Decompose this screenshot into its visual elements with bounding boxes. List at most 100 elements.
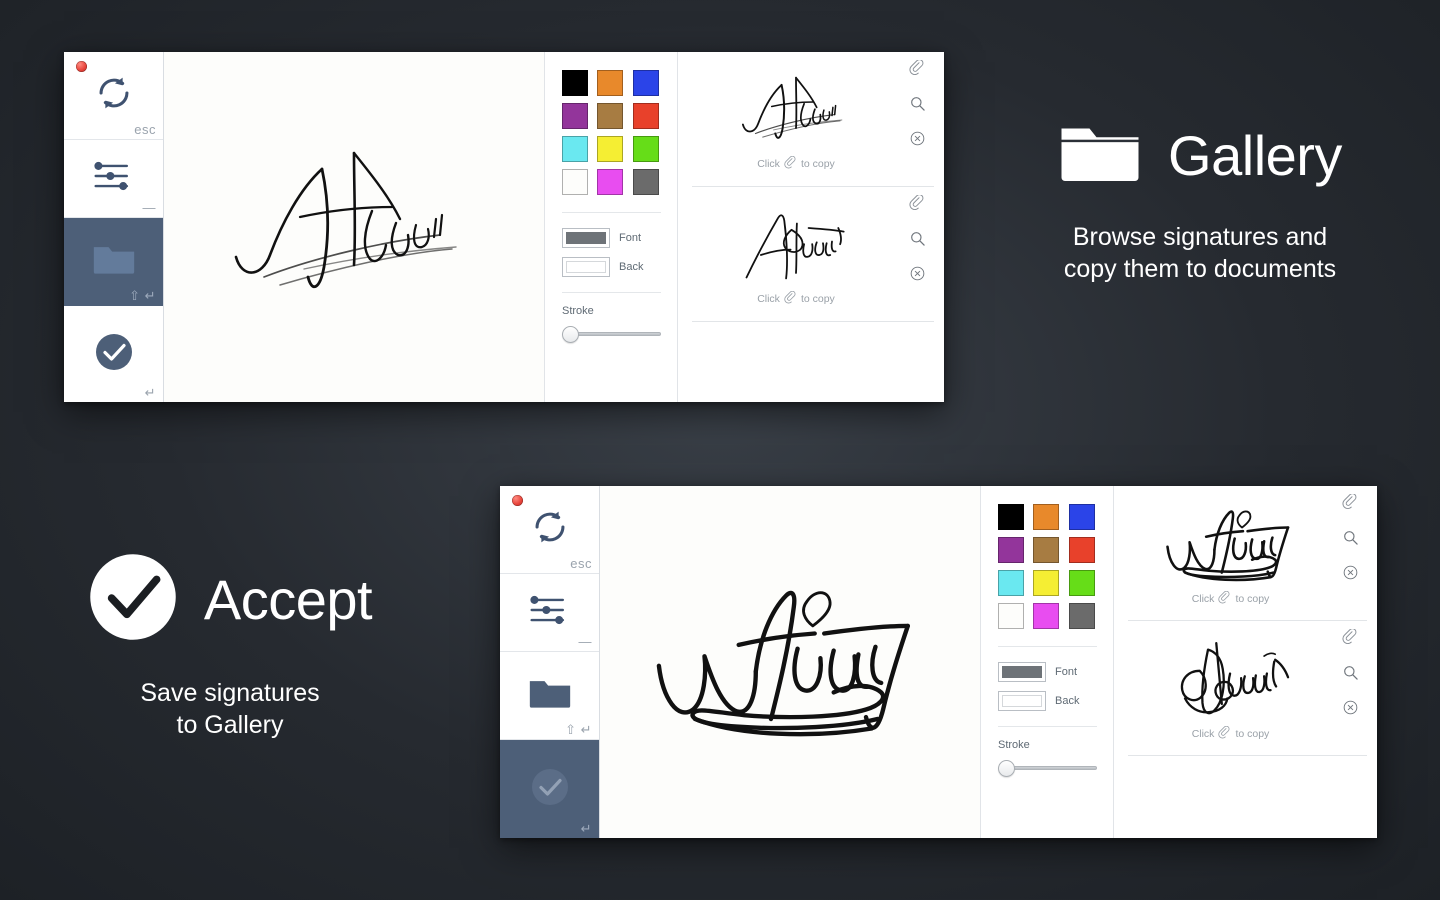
sidebar-hint-accept: ↵ (144, 385, 156, 400)
font-color-row[interactable]: Font (562, 228, 661, 248)
sidebar-item-accept[interactable]: ↵ (64, 306, 163, 402)
color-swatch-green[interactable] (632, 136, 659, 162)
paperclip-icon[interactable] (1341, 628, 1359, 651)
stroke-label: Stroke (998, 739, 1030, 751)
caption-after: to copy (1235, 593, 1270, 605)
signature-stroke-3 (1165, 510, 1289, 582)
gallery-panel: Click to copy Click to copy (1114, 486, 1377, 838)
caption-after: to copy (1235, 728, 1270, 740)
divider (998, 646, 1097, 647)
color-swatch-gray[interactable] (1068, 603, 1095, 629)
color-swatch-gray[interactable] (632, 169, 659, 195)
sidebar: esc — ⇧ ↵ ↵ (500, 486, 600, 838)
color-swatch-blue[interactable] (632, 70, 659, 96)
color-swatch-white[interactable] (562, 169, 588, 195)
color-swatch-brown[interactable] (597, 103, 624, 129)
paperclip-icon[interactable] (908, 59, 926, 82)
search-icon[interactable] (1342, 529, 1359, 551)
stroke-slider-knob[interactable] (562, 325, 579, 343)
color-swatch-blue[interactable] (1068, 504, 1095, 530)
gallery-item-actions (900, 187, 934, 321)
color-swatch-cyan[interactable] (998, 570, 1024, 596)
color-palette (998, 504, 1097, 629)
gallery-thumb-wrap[interactable]: Click to copy (692, 52, 900, 186)
gallery-thumb-wrap[interactable]: Click to copy (692, 187, 900, 321)
color-swatch-black[interactable] (562, 70, 588, 96)
folder-icon (528, 676, 572, 715)
sidebar-item-gallery[interactable]: ⇧ ↵ (500, 652, 599, 740)
color-swatch-cyan[interactable] (562, 136, 588, 162)
signature-canvas[interactable] (164, 52, 545, 402)
close-icon[interactable] (909, 265, 926, 287)
stroke-slider[interactable] (998, 759, 1097, 777)
gallery-item-caption: Click to copy (757, 155, 835, 172)
gallery-item[interactable]: Click to copy (1128, 486, 1367, 621)
color-swatch-yellow[interactable] (597, 136, 624, 162)
gallery-item-actions (900, 52, 934, 186)
back-color-label: Back (1055, 695, 1080, 707)
gallery-thumb-wrap[interactable]: Click to copy (1128, 486, 1333, 620)
back-color-chip[interactable] (998, 691, 1046, 711)
color-swatch-green[interactable] (1068, 570, 1095, 596)
close-icon[interactable] (1342, 564, 1359, 586)
color-swatch-brown[interactable] (1033, 537, 1060, 563)
sidebar-hint-gallery: ⇧ ↵ (565, 722, 592, 737)
paperclip-icon[interactable] (908, 194, 926, 217)
app-window-gallery[interactable]: esc — ⇧ ↵ ↵ Font Back Stroke Click to co… (64, 52, 944, 402)
back-color-chip[interactable] (562, 257, 610, 277)
color-swatch-black[interactable] (998, 504, 1024, 530)
color-swatch-red[interactable] (1068, 537, 1095, 563)
back-color-row[interactable]: Back (998, 691, 1097, 711)
font-color-row[interactable]: Font (998, 662, 1097, 682)
search-icon[interactable] (909, 95, 926, 117)
gallery-item[interactable]: Click to copy (692, 187, 934, 322)
paperclip-icon (784, 290, 797, 307)
caption-before: Click (757, 293, 780, 305)
paperclip-icon (1218, 725, 1231, 742)
color-swatch-purple[interactable] (562, 103, 588, 129)
color-swatch-magenta[interactable] (1033, 603, 1060, 629)
color-swatch-magenta[interactable] (597, 169, 624, 195)
promo-accept-head: Accept (60, 552, 400, 647)
signature-stroke-3 (656, 590, 910, 737)
color-swatch-yellow[interactable] (1033, 570, 1060, 596)
caption-after: to copy (800, 293, 835, 305)
search-icon[interactable] (909, 230, 926, 252)
stroke-slider[interactable] (562, 325, 661, 343)
caption-before: Click (1191, 593, 1215, 605)
gallery-item[interactable]: Click to copy (692, 52, 934, 187)
promo-gallery-head: Gallery (1000, 120, 1400, 191)
color-swatch-orange[interactable] (597, 70, 624, 96)
signature-canvas[interactable] (600, 486, 981, 838)
back-color-row[interactable]: Back (562, 257, 661, 277)
color-swatch-purple[interactable] (998, 537, 1024, 563)
font-color-chip[interactable] (562, 228, 610, 248)
color-swatch-red[interactable] (632, 103, 659, 129)
gallery-thumb-wrap[interactable]: Click to copy (1128, 621, 1333, 755)
folder-icon (92, 242, 136, 281)
app-window-accept[interactable]: esc — ⇧ ↵ ↵ Font Back Stroke Click to co… (500, 486, 1377, 838)
paperclip-icon (784, 155, 797, 172)
close-icon[interactable] (909, 130, 926, 152)
sidebar-item-tools[interactable]: — (64, 140, 163, 218)
search-icon[interactable] (1342, 664, 1359, 686)
paperclip-icon[interactable] (1341, 493, 1359, 516)
font-color-chip[interactable] (998, 662, 1046, 682)
sidebar-hint-accept: ↵ (580, 821, 592, 836)
color-swatch-white[interactable] (998, 603, 1024, 629)
gallery-item-caption: Click to copy (757, 290, 835, 307)
sidebar-item-accept[interactable]: ↵ (500, 740, 599, 838)
stroke-slider-knob[interactable] (998, 759, 1015, 777)
gallery-item[interactable]: Click to copy (1128, 621, 1367, 756)
color-swatch-orange[interactable] (1033, 504, 1060, 530)
sidebar-item-tools[interactable]: — (500, 574, 599, 652)
back-color-label: Back (619, 261, 644, 273)
sidebar-item-gallery[interactable]: ⇧ ↵ (64, 218, 163, 306)
close-icon[interactable] (1342, 699, 1359, 721)
tools-panel: Font Back Stroke (981, 486, 1114, 838)
sliders-icon (92, 159, 136, 198)
color-palette (562, 70, 661, 195)
promo-gallery-subtitle: Browse signatures and copy them to docum… (1063, 223, 1337, 283)
window-close-button[interactable] (76, 61, 87, 72)
window-close-button[interactable] (512, 495, 523, 506)
